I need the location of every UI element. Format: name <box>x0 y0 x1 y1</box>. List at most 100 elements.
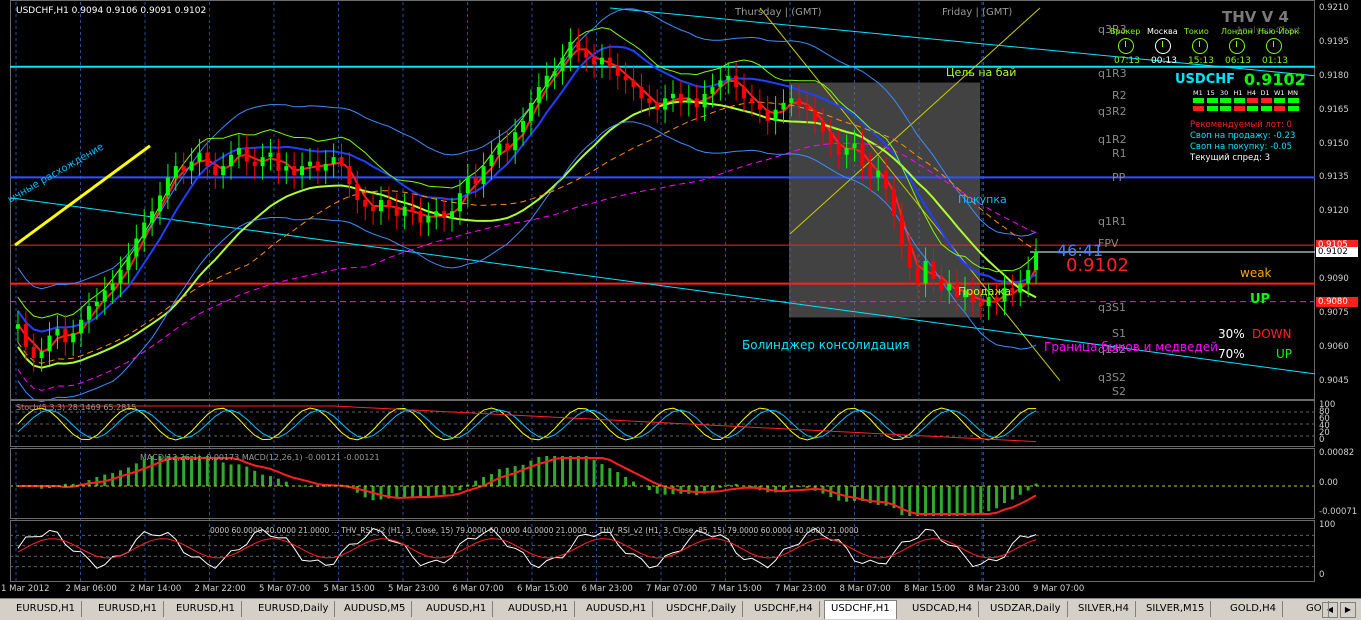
terminal-window: USDCHF,H1 0.9094 0.9106 0.9091 0.9102 Th… <box>0 0 1361 619</box>
price-tick: 0.9060 <box>1319 342 1349 352</box>
stochastic-panel[interactable] <box>10 400 1315 447</box>
market-time: 15:13 <box>1188 56 1214 66</box>
price-tick: 0.9045 <box>1319 376 1349 386</box>
pivot-label: R1 <box>1112 147 1127 160</box>
pivot-label: S1 <box>1112 327 1126 340</box>
chart-tab[interactable]: USDCAD,H4 <box>906 601 979 617</box>
market-name: Нью-Йорк <box>1258 27 1299 36</box>
chart-tab[interactable]: USDZAR,Daily <box>984 601 1068 617</box>
price-tick: 0.9210 <box>1319 3 1349 13</box>
price-tick: 0.9135 <box>1319 172 1349 182</box>
stoch-scale: 100806040200 <box>1315 400 1361 447</box>
hud-info-line: Рекомендуемый лот: 0 <box>1190 120 1292 130</box>
chart-tab[interactable]: SILVER,M15 <box>1140 601 1211 617</box>
timeframe-trend-cell <box>1247 98 1258 103</box>
chart-tab[interactable]: SILVER,H4 <box>1072 601 1136 617</box>
timeframe-trend-cell <box>1234 106 1245 111</box>
timeframe-label: M1 <box>1193 89 1203 97</box>
price-tick: 0.9180 <box>1319 71 1349 81</box>
market-time: 07:13 <box>1114 56 1140 66</box>
chart-tab[interactable]: USDCHF,H4 <box>748 601 820 617</box>
timeframe-trend-cell <box>1220 98 1231 103</box>
rsi-title: 0000 60.0000 40.0000 21.0000 ... THV_RSI… <box>210 526 859 535</box>
price-tick: 0.9165 <box>1319 105 1349 115</box>
chart-tab[interactable]: AUDUSD,H1 <box>580 601 653 617</box>
market-name: Брокер <box>1110 27 1140 36</box>
session-day-thursday: Thursday | (GMT) <box>735 7 822 18</box>
prob-down-label: DOWN <box>1252 327 1292 341</box>
pivot-label: q3R2 <box>1098 105 1127 118</box>
timeframe-trend-cell <box>1288 98 1299 103</box>
timeframe-trend-cell <box>1261 106 1272 111</box>
chart-tab[interactable]: USDCHF,Daily <box>660 601 743 617</box>
timeframe-trend-cell <box>1207 98 1218 103</box>
pivot-label: q1R2 <box>1098 133 1127 146</box>
timeframe-label: H1 <box>1234 89 1243 97</box>
timeframe-label: 30 <box>1220 89 1228 97</box>
timeframe-label: H4 <box>1247 89 1256 97</box>
timeframe-trend-cell <box>1288 106 1299 111</box>
date-label: 1 Mar 2012 <box>1 584 49 594</box>
bollinger-annotation: Болинджер консолидация <box>742 338 910 352</box>
timeframe-trend-cell <box>1234 98 1245 103</box>
price-marker: 0.9080 <box>1316 297 1358 307</box>
clock-icon <box>1118 38 1134 54</box>
pivot-label: q1R3 <box>1098 67 1127 80</box>
date-axis: 1 Mar 2012 2 Mar 06:00 2 Mar 14:00 2 Mar 22… <box>0 583 1361 596</box>
session-day-friday: Friday | (GMT) <box>942 7 1012 18</box>
pivot-label: R2 <box>1112 89 1127 102</box>
date-label: 5 Mar 15:00 <box>324 584 375 594</box>
market-time: 01:13 <box>1262 56 1288 66</box>
chart-tab[interactable]: EURUSD,H1 <box>92 601 164 617</box>
pivot-label: PP <box>1112 171 1125 184</box>
timeframe-trend-cell <box>1247 106 1258 111</box>
indicator-tick: 0.00 <box>1319 478 1338 488</box>
chart-tab[interactable]: USDCHF,H1 <box>824 600 897 619</box>
chart-tab[interactable]: EURUSD,H1 <box>170 601 242 617</box>
hud-price: 0.9102 <box>1244 70 1306 89</box>
tab-scroll-right-button[interactable]: ▶ <box>1340 602 1356 618</box>
indicator-tick: 0.00082 <box>1319 448 1354 458</box>
pivot-label: q3S1 <box>1098 301 1126 314</box>
market-name: Токио <box>1184 27 1209 36</box>
timeframe-trend-cell <box>1274 98 1285 103</box>
chart-tab[interactable]: EURUSD,Daily <box>252 601 335 617</box>
price-tick: 0.9090 <box>1319 274 1349 284</box>
rsi-scale: 1000 <box>1315 520 1361 582</box>
prob-up-pct: 70% <box>1218 347 1245 361</box>
target-buy-annotation: Цель на бай <box>946 66 1016 79</box>
indicator-tick: -0.00071 <box>1319 507 1357 517</box>
market-time: 00:13 <box>1151 56 1177 66</box>
chart-tab[interactable]: GO <box>1300 601 1329 617</box>
clock-icon <box>1266 38 1282 54</box>
pivot-label: q3S2 <box>1098 371 1126 384</box>
trend-weak-label: weak <box>1240 266 1272 280</box>
market-name: Лондон <box>1221 27 1253 36</box>
date-label: 2 Mar 22:00 <box>195 584 246 594</box>
macd-title: MACD(12,26,1) -0.00173 MACD(12,26,1) -0.… <box>140 453 380 462</box>
chart-tab[interactable]: EURUSD,H1 <box>10 601 82 617</box>
prob-up-label: UP <box>1276 347 1292 361</box>
date-label: 2 Mar 06:00 <box>66 584 117 594</box>
hud-info-line: Текущий спред: 3 <box>1190 153 1270 163</box>
chart-tab-bar: ◀ ▶ EURUSD,H1EURUSD,H1EURUSD,H1EURUSD,Da… <box>0 598 1361 620</box>
market-time: 06:13 <box>1225 56 1251 66</box>
date-label: 2 Mar 14:00 <box>130 584 181 594</box>
chart-tab[interactable]: AUDUSD,H1 <box>502 601 575 617</box>
indicator-tick: 0 <box>1319 435 1324 445</box>
date-label: 7 Mar 07:00 <box>646 584 697 594</box>
timeframe-label: D1 <box>1261 89 1270 97</box>
indicator-tick: 0 <box>1319 570 1324 580</box>
chart-tab[interactable]: AUDUSD,H1 <box>420 601 493 617</box>
bull-bear-annotation: Граница быков и медведей <box>1044 340 1218 354</box>
timeframe-trend-cell <box>1193 106 1204 111</box>
timeframe-trend-cell <box>1220 106 1231 111</box>
buy-annotation: Покупка <box>958 193 1007 206</box>
price-tick: 0.9120 <box>1319 206 1349 216</box>
chart-tab[interactable]: GOLD,H4 <box>1224 601 1283 617</box>
stoch-title: Stoch(5,3,3) 28.1469 65.2815 <box>16 403 136 412</box>
hud-info-line: Своп на продажу: -0.23 <box>1190 131 1295 141</box>
timeframe-label: MN <box>1288 89 1298 97</box>
chart-tab[interactable]: AUDUSD,M5 <box>338 601 412 617</box>
clock-icon <box>1229 38 1245 54</box>
